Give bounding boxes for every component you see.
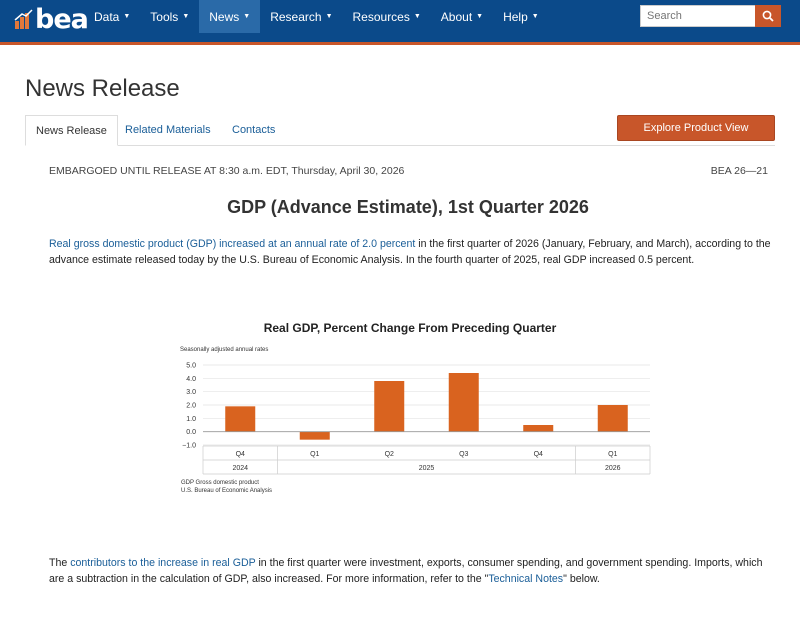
- tab-contacts[interactable]: Contacts: [222, 115, 285, 146]
- x-tick-label: Q1: [608, 451, 617, 458]
- nav-item-label: Resources: [352, 9, 410, 24]
- nav-item-data[interactable]: Data ▼: [84, 0, 140, 33]
- nav-item-label: News: [209, 9, 240, 24]
- explore-product-view-button[interactable]: Explore Product View: [617, 115, 775, 141]
- release-title: GDP (Advance Estimate), 1st Quarter 2026: [227, 197, 589, 217]
- search-input[interactable]: [640, 5, 755, 27]
- embargo-notice: EMBARGOED UNTIL RELEASE AT 8:30 a.m. EDT…: [49, 165, 405, 177]
- bar-5: [523, 425, 554, 432]
- bar-3: [374, 381, 405, 432]
- search-button[interactable]: [755, 5, 781, 27]
- bar-6: [597, 405, 628, 432]
- chart-source-line: U.S. Bureau of Economic Analysis: [181, 488, 272, 494]
- nav-item-label: Help: [503, 9, 528, 24]
- tab-news-release[interactable]: News Release: [25, 115, 118, 146]
- nav-item-label: Research: [270, 9, 322, 24]
- y-tick-label: 2.0: [186, 403, 196, 410]
- caret-down-icon: ▼: [476, 13, 484, 20]
- contributors-paragraph: The contributors to the increase in real…: [49, 555, 776, 587]
- gdp-rate-link[interactable]: (GDP) increased at an annual rate of 2.0…: [186, 238, 415, 250]
- nav-item-news[interactable]: News ▼: [199, 0, 261, 33]
- nav-item-label: Data: [94, 9, 120, 24]
- year-label: 2026: [605, 465, 621, 472]
- chart-title: Real GDP, Percent Change From Preceding …: [264, 321, 557, 335]
- y-tick-label: 0.0: [186, 429, 196, 436]
- bar-4: [448, 373, 479, 432]
- search-icon: [762, 10, 774, 22]
- page-title: News Release: [25, 75, 180, 102]
- summary-paragraph: Real gross domestic product (GDP) increa…: [49, 236, 776, 268]
- contrib-text-start: The: [49, 557, 71, 569]
- x-tick-label: Q2: [385, 451, 394, 458]
- caret-down-icon: ▼: [531, 13, 539, 20]
- y-tick-label: −1.0: [182, 443, 196, 450]
- bar-1: [225, 406, 256, 432]
- x-tick-label: Q1: [310, 451, 319, 458]
- gdp-chart: Real GDP, Percent Change From Preceding …: [170, 315, 660, 500]
- nav-item-research[interactable]: Research ▼: [260, 0, 342, 33]
- contributors-link[interactable]: contributors to the increase in real GDP: [70, 557, 255, 569]
- year-label: 2025: [419, 465, 435, 472]
- chart-subtitle: Seasonally adjusted annual rates: [180, 347, 268, 353]
- nav-item-tools[interactable]: Tools ▼: [140, 0, 199, 33]
- caret-down-icon: ▼: [123, 13, 131, 20]
- bea-logo[interactable]: bea: [14, 3, 89, 35]
- tab-related-materials[interactable]: Related Materials: [115, 115, 221, 146]
- top-nav: bea Data ▼ Tools ▼ News ▼ Research ▼ Resources ▼ A…: [0, 0, 800, 45]
- x-tick-label: Q3: [459, 451, 468, 458]
- nav-item-label: About: [440, 9, 473, 24]
- bar-2: [299, 431, 330, 440]
- caret-down-icon: ▼: [182, 13, 190, 20]
- caret-down-icon: ▼: [243, 13, 251, 20]
- nav-item-help[interactable]: Help ▼: [493, 0, 549, 33]
- x-tick-label: Q4: [534, 451, 543, 458]
- caret-down-icon: ▼: [413, 13, 421, 20]
- technical-notes-link[interactable]: Technical Notes: [488, 573, 563, 585]
- y-tick-label: 4.0: [186, 376, 196, 383]
- year-label: 2024: [232, 465, 248, 472]
- logo-text: bea: [35, 3, 89, 35]
- nav-item-about[interactable]: About ▼: [431, 0, 493, 33]
- nav-item-resources[interactable]: Resources ▼: [343, 0, 431, 33]
- contrib-text-end: " below.: [563, 573, 600, 585]
- main-menu: Data ▼ Tools ▼ News ▼ Research ▼ Resources ▼ About…: [84, 0, 549, 33]
- real-gdp-link[interactable]: Real gross domestic product: [49, 238, 183, 250]
- caret-down-icon: ▼: [325, 13, 333, 20]
- search-box: [640, 5, 781, 27]
- x-tick-label: Q4: [236, 451, 245, 458]
- nav-item-label: Tools: [150, 9, 179, 24]
- release-number: BEA 26—21: [710, 165, 768, 177]
- y-tick-label: 1.0: [186, 416, 196, 423]
- gdp-bar-chart: Real GDP, Percent Change From Preceding …: [180, 321, 651, 494]
- y-tick-label: 5.0: [186, 363, 196, 370]
- logo-bars-icon: [14, 8, 34, 30]
- chart-source-line: GDP Gross domestic product: [181, 480, 259, 486]
- y-tick-label: 3.0: [186, 389, 196, 396]
